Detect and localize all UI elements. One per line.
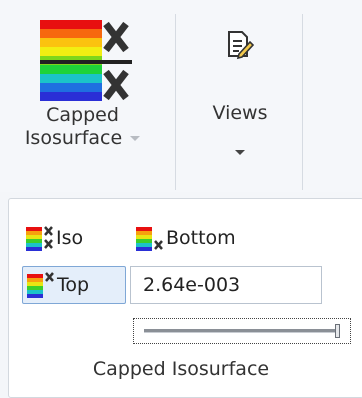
slider-thumb[interactable] [335,324,340,338]
capped-isosurface-icon [40,20,132,101]
isosurface-slider[interactable] [133,318,351,344]
iso-label: Iso [56,227,84,249]
chevron-down-icon [235,150,245,155]
bottom-label: Bottom [166,227,236,249]
slider-track [144,329,336,333]
group-label: Capped Isosurface [92,358,270,380]
views-button[interactable]: Views [190,30,290,170]
capped-isosurface-button[interactable]: Capped Isosurface [10,20,155,160]
isosurface-value-input[interactable] [130,266,322,304]
views-label: Views [212,102,268,124]
capped-isosurface-label-line2: Isosurface [24,127,123,149]
iso-icon [26,226,53,251]
top-icon [27,272,54,298]
capped-isosurface-label-line1: Capped [46,104,119,126]
bottom-icon [136,227,163,251]
chevron-down-icon [130,136,141,141]
bottom-button[interactable]: Bottom [136,221,236,255]
ribbon-separator [175,14,176,190]
top-label: Top [57,274,90,296]
iso-button[interactable]: Iso [26,221,83,255]
top-button[interactable]: Top [22,266,126,304]
views-document-icon [228,31,254,60]
ribbon-separator [302,14,303,190]
ribbon-upper-area: Capped Isosurface Views [0,0,362,192]
